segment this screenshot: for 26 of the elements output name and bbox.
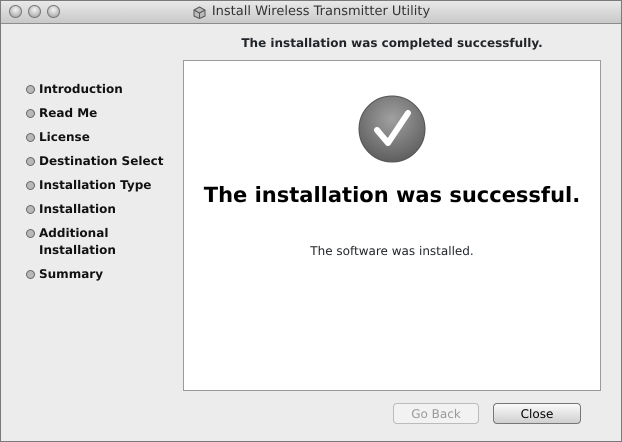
step-bullet-icon: [26, 133, 35, 142]
step-bullet-icon: [26, 109, 35, 118]
checkmark-icon: [358, 95, 426, 163]
success-message: The software was installed.: [310, 242, 474, 260]
step-label: Introduction: [39, 81, 124, 98]
success-title: The installation was successful.: [204, 182, 580, 209]
step-bullet-icon: [26, 205, 35, 214]
step-bullet-icon: [26, 157, 35, 166]
close-button[interactable]: Close: [493, 403, 581, 424]
step-label: Installation: [39, 201, 117, 218]
step-label: Additional Installation: [39, 225, 117, 259]
minimize-button[interactable]: [28, 5, 41, 18]
status-heading: The installation was completed successfully.: [240, 35, 544, 52]
step-bullet-icon: [26, 85, 35, 94]
step-bullet-icon: [26, 270, 35, 279]
step-label: License: [39, 129, 91, 146]
package-icon: [192, 5, 207, 19]
step-bullet-icon: [26, 181, 35, 190]
window-title: Install Wireless Transmitter Utility: [212, 3, 430, 22]
close-window-button[interactable]: [9, 5, 22, 18]
step-label: Summary: [39, 266, 104, 283]
step-bullet-icon: [26, 229, 35, 238]
step-label: Read Me: [39, 105, 98, 122]
zoom-button[interactable]: [47, 5, 60, 18]
step-label: Installation Type: [39, 177, 152, 194]
step-label: Destination Select: [39, 153, 164, 170]
